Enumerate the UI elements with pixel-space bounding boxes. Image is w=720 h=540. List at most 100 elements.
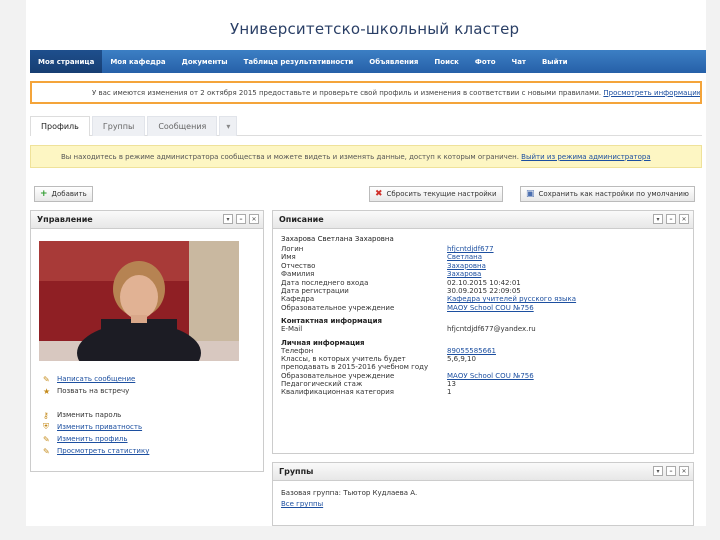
site-header: Университетско-школьный кластер — [26, 0, 706, 50]
add-block-button[interactable]: + Добавить — [34, 186, 93, 202]
plus-icon: + — [40, 189, 48, 199]
key-icon: ⚷ — [43, 410, 49, 420]
pencil-icon: ✎ — [43, 434, 50, 444]
info-row: Педагогический стаж 13 — [281, 380, 685, 388]
description-body: Захарова Светлана Захаровна Логин hfjcntd… — [273, 229, 693, 403]
profile-photo — [39, 241, 239, 361]
action-write-message[interactable]: ✎ Написать сообщение — [43, 373, 149, 385]
info-row-label: Логин — [281, 245, 304, 253]
nav-my-page[interactable]: Моя страница — [30, 50, 103, 73]
update-notice-text: У вас имеются изменения от 2 октября 201… — [92, 88, 602, 97]
groups-body: Базовая группа: Тьютор Кудлаева А. Все г… — [273, 481, 693, 516]
top-navigation: Моя страница Моя кафедра Документы Табли… — [30, 50, 706, 73]
info-row-label: преподавать в 2015-2016 учебном году — [281, 363, 429, 372]
nav-announcements[interactable]: Объявления — [361, 50, 426, 73]
personal-info-rows: Телефон 89055585661 Классы, в которых учит… — [281, 347, 685, 397]
management-actions: ✎ Написать сообщение ★ Позвать на встреч… — [43, 373, 149, 457]
panel-close-icon[interactable]: ✕ — [679, 466, 689, 476]
panel-minimize-icon[interactable]: – — [666, 214, 676, 224]
info-row-value[interactable]: Захарова — [447, 270, 481, 278]
info-row: Образовательное учреждение МАОУ School CO… — [281, 372, 685, 380]
info-row-label: Образовательное учреждение — [281, 371, 395, 380]
panel-close-icon[interactable]: ✕ — [249, 214, 259, 224]
info-row-label: Образовательное учреждение — [281, 303, 395, 312]
groups-panel-title: Группы — [279, 467, 314, 476]
info-row: Кафедра Кафедра учителей русского языка — [281, 295, 685, 303]
nav-my-department[interactable]: Моя кафедра — [102, 50, 173, 73]
contact-info-rows: E-Mail hfjcntdjdf677@yandex.ru — [281, 325, 685, 333]
all-groups-link[interactable]: Все группы — [281, 500, 685, 508]
info-row-value: 30.09.2015 22:09:05 — [447, 286, 521, 295]
info-row-label: Квалификационная категория — [281, 388, 395, 397]
info-row: Образовательное учреждение МАОУ School CO… — [281, 304, 685, 312]
info-row: Телефон 89055585661 — [281, 347, 685, 355]
info-row: Дата последнего входа 02.10.2015 10:42:01 — [281, 279, 685, 287]
nav-chat[interactable]: Чат — [504, 50, 534, 73]
description-panel: Описание ▾ – ✕ Захарова Светлана Захаров… — [272, 210, 694, 454]
admin-mode-notice: Вы находитесь в режиме администратора со… — [30, 145, 702, 168]
action-invite[interactable]: ★ Позвать на встречу — [43, 385, 149, 397]
panel-menu-icon[interactable]: ▾ — [653, 214, 663, 224]
nav-search[interactable]: Поиск — [426, 50, 466, 73]
main-info-rows: Логин hfjcntdjdf677 Имя Светлана Отчество Зах… — [281, 245, 685, 312]
profile-tabs: Профиль Группы Сообщения ▾ — [30, 116, 702, 136]
description-panel-title: Описание — [279, 215, 324, 224]
nav-photo[interactable]: Фото — [467, 50, 504, 73]
pencil-icon: ✎ — [43, 374, 50, 384]
nav-results-table[interactable]: Таблица результативности — [236, 50, 362, 73]
info-row-label: E-Mail — [281, 325, 303, 334]
info-row-value[interactable]: 89055585661 — [447, 347, 496, 355]
tab-groups[interactable]: Группы — [91, 116, 146, 136]
info-row: Дата регистрации 30.09.2015 22:09:05 — [281, 287, 685, 295]
action-change-privacy[interactable]: ⛨ Изменить приватность — [43, 421, 149, 433]
info-row-value[interactable]: Кафедра учителей русского языка — [447, 295, 576, 303]
action-change-profile[interactable]: ✎ Изменить профиль — [43, 433, 149, 445]
info-row-value: 1 — [447, 388, 452, 397]
info-row-label: Дата последнего входа — [281, 278, 369, 287]
panel-menu-icon[interactable]: ▾ — [653, 466, 663, 476]
panel-close-icon[interactable]: ✕ — [679, 214, 689, 224]
save-default-button[interactable]: ▣ Сохранить как настройки по умолчанию — [520, 186, 695, 202]
tab-more-dropdown[interactable]: ▾ — [219, 116, 238, 136]
info-row-value[interactable]: МАОУ School COU №756 — [447, 372, 534, 380]
info-row-value[interactable]: МАОУ School COU №756 — [447, 304, 534, 312]
groups-panel-header: Группы ▾ – ✕ — [273, 463, 693, 481]
info-row-value[interactable]: hfjcntdjdf677 — [447, 245, 494, 253]
info-row-value[interactable]: Светлана — [447, 253, 482, 261]
shield-icon: ⛨ — [43, 422, 49, 431]
info-row: Логин hfjcntdjdf677 — [281, 245, 685, 253]
info-row-label: Дата регистрации — [281, 286, 349, 295]
info-row-value[interactable]: Захаровна — [447, 262, 486, 270]
close-icon: ✖ — [375, 189, 383, 199]
reset-settings-button[interactable]: ✖ Сбросить текущие настройки — [369, 186, 503, 202]
info-row: Отчество Захаровна — [281, 262, 685, 270]
nav-documents[interactable]: Документы — [174, 50, 236, 73]
info-row-value: hfjcntdjdf677@yandex.ru — [447, 325, 536, 334]
panel-minimize-icon[interactable]: – — [666, 466, 676, 476]
tab-messages[interactable]: Сообщения — [147, 116, 218, 136]
base-group-text: Базовая группа: Тьютор Кудлаева А. — [281, 489, 418, 497]
panel-menu-icon[interactable]: ▾ — [223, 214, 233, 224]
management-panel-header: Управление ▾ – ✕ — [31, 211, 263, 229]
info-row-label: Телефон — [281, 346, 314, 355]
info-row: Фамилия Захарова — [281, 270, 685, 278]
description-panel-header: Описание ▾ – ✕ — [273, 211, 693, 229]
info-row: Квалификационная категория 1 — [281, 388, 685, 396]
info-row-label: Отчество — [281, 261, 316, 270]
update-notice-link[interactable]: Просмотреть информацию — [603, 89, 700, 97]
info-row-label: Имя — [281, 253, 296, 262]
personal-info-header: Личная информация — [281, 338, 365, 347]
action-view-statistics[interactable]: ✎ Просмотреть статистику — [43, 445, 149, 457]
info-row: преподавать в 2015-2016 учебном году — [281, 363, 685, 371]
action-change-password[interactable]: ⚷ Изменить пароль — [43, 409, 149, 421]
exit-admin-link[interactable]: Выйти из режима администратора — [521, 153, 650, 161]
tab-profile[interactable]: Профиль — [30, 116, 90, 136]
nav-logout[interactable]: Выйти — [534, 50, 576, 73]
floppy-icon: ▣ — [526, 189, 535, 199]
groups-panel: Группы ▾ – ✕ Базовая группа: Тьютор Кудл… — [272, 462, 694, 526]
full-name: Захарова Светлана Захаровна — [281, 235, 394, 243]
info-row: E-Mail hfjcntdjdf677@yandex.ru — [281, 325, 685, 333]
save-default-label: Сохранить как настройки по умолчанию — [538, 190, 689, 198]
panel-minimize-icon[interactable]: – — [236, 214, 246, 224]
info-row: Классы, в которых учитель будет 5,6,9,10 — [281, 355, 685, 363]
